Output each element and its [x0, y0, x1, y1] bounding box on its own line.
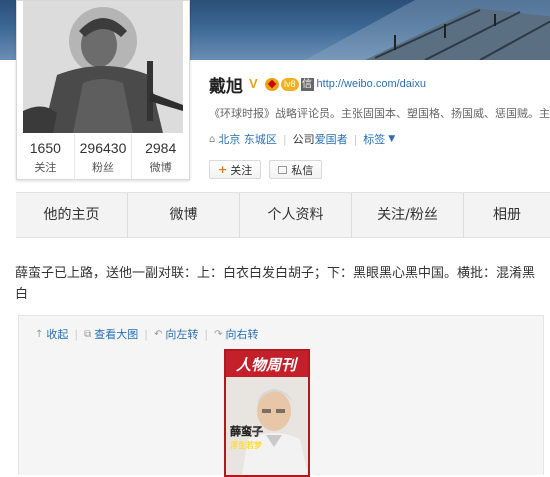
stat-posts[interactable]: 2984 微博 [132, 134, 189, 180]
post: 薛蛮子已上路，送他一副对联：上：白衣白发白胡子；下：黑眼黑心黑中国。横批：混淆黑… [0, 239, 550, 477]
profile-actions: + 关注 私信 [209, 160, 330, 179]
follow-button-label: 关注 [230, 163, 253, 177]
stat-followers[interactable]: 296430 粉丝 [75, 134, 133, 180]
rotate-left-label: 向左转 [165, 328, 199, 341]
stat-following-label: 关注 [34, 161, 57, 174]
tab-home[interactable]: 他的主页 [16, 193, 128, 237]
tags-link[interactable]: 标签 [363, 131, 385, 147]
tab-following-followers[interactable]: 关注/粉丝 [352, 193, 464, 237]
magazine-subheadline: 浮生若梦 [230, 440, 263, 450]
verified-v-icon[interactable]: V [249, 77, 263, 91]
profile-meta: ⌂ 北京 东城区 | 公司 爱国者 | 标签 ▼ [209, 131, 395, 147]
toolbar-divider: | [144, 327, 148, 341]
profile-name-row: 戴旭 V lv8 信 http://weibo.com/daixu [209, 73, 426, 97]
profile-tabs: 他的主页 微博 个人资料 关注/粉丝 相册 [16, 192, 550, 238]
tab-album[interactable]: 相册 [464, 193, 550, 237]
rotate-left-icon: ↶ [153, 328, 163, 340]
view-large-label: 查看大图 [94, 328, 139, 341]
post-media: ↑ 收起 | ⧉ 查看大图 | ↶ 向左转 | ↷ 向右转 人物周刊 薛蛮子 浮… [18, 315, 544, 477]
view-large-button[interactable]: ⧉ 查看大图 | [84, 326, 148, 342]
magazine-logo: 人物周刊 [236, 356, 299, 374]
toolbar-divider: | [204, 327, 209, 341]
rotate-right-label: 向右转 [225, 328, 259, 341]
follow-button[interactable]: + 关注 [209, 160, 262, 179]
collapse-button[interactable]: ↑ 收起 | [35, 326, 78, 342]
message-button-label: 私信 [291, 163, 314, 177]
message-button[interactable]: 私信 [269, 160, 323, 179]
collapse-icon: ↑ [35, 328, 44, 340]
avatar-card: 1650 关注 296430 粉丝 2984 微博 [16, 0, 190, 180]
rotate-right-icon: ↷ [214, 328, 223, 340]
toolbar-divider: | [74, 327, 79, 341]
chevron-down-icon[interactable]: ▼ [388, 134, 395, 144]
rotate-right-button[interactable]: ↷ 向右转 [214, 326, 258, 342]
stat-posts-label: 微博 [149, 161, 172, 174]
profile-url-link[interactable]: http://weibo.com/daixu [317, 78, 426, 90]
profile-name: 戴旭 [209, 76, 243, 97]
meta-divider: | [353, 132, 358, 146]
profile-description: 《环球时报》战略评论员。主张固国本、塑国格、扬国威、惩国贼。主 [209, 107, 550, 120]
media-toolbar: ↑ 收起 | ⧉ 查看大图 | ↶ 向左转 | ↷ 向右转 [35, 326, 264, 342]
avatar[interactable] [23, 1, 183, 133]
zoom-icon: ⧉ [84, 328, 92, 340]
magazine-cover: 人物周刊 薛蛮子 浮生若梦 [226, 351, 308, 475]
profile-stats: 1650 关注 296430 粉丝 2984 微博 [17, 134, 189, 180]
stat-following-count: 1650 [29, 140, 61, 156]
heart-badge-icon[interactable] [265, 77, 279, 91]
meta-divider: | [282, 132, 287, 146]
stat-followers-count: 296430 [79, 140, 127, 156]
post-image[interactable]: 人物周刊 薛蛮子 浮生若梦 [224, 349, 310, 477]
pier-image [305, 0, 550, 60]
company-label: 公司 [292, 133, 315, 146]
plus-icon: + [218, 163, 228, 176]
level-badge-icon[interactable]: lv8 [281, 77, 299, 91]
rotate-left-button[interactable]: ↶ 向左转 | [154, 326, 208, 342]
tab-weibo[interactable]: 微博 [128, 193, 240, 237]
profile-location[interactable]: 北京 东城区 [218, 131, 277, 147]
credit-badge-icon[interactable]: 信 [300, 77, 314, 91]
stat-followers-label: 粉丝 [92, 161, 114, 174]
stat-posts-count: 2984 [145, 140, 177, 156]
stat-following[interactable]: 1650 关注 [17, 134, 75, 180]
company-name-link[interactable]: 爱国者 [315, 131, 348, 147]
location-icon: ⌂ [209, 133, 216, 145]
magazine-headline: 薛蛮子 [230, 424, 263, 438]
post-text: 薛蛮子已上路，送他一副对联：上：白衣白发白胡子；下：黑眼黑心黑中国。横批：混淆黑… [15, 266, 536, 302]
message-icon [278, 165, 288, 174]
collapse-label: 收起 [46, 328, 69, 341]
tab-profile-info[interactable]: 个人资料 [240, 193, 352, 237]
